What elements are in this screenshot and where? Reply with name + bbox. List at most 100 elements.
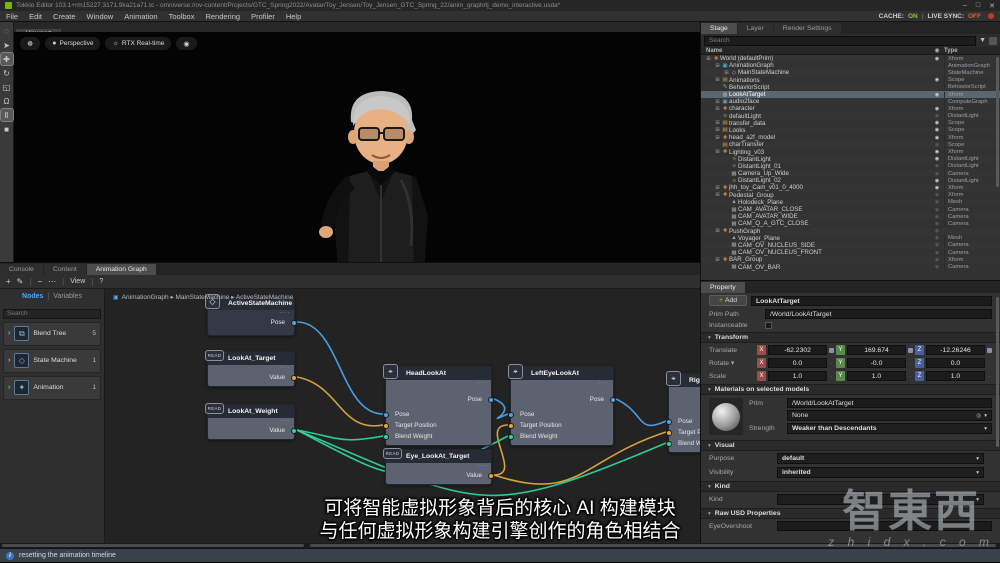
visibility-eye-icon[interactable]: ◉ xyxy=(930,250,944,256)
node-library-item[interactable]: ›◇State Machine1 xyxy=(3,349,101,373)
graph-node-left[interactable]: ⌖LeftEyeLookAt····PosePoseTarget Positio… xyxy=(510,366,614,446)
output-port[interactable] xyxy=(291,320,297,326)
scale-y-field[interactable]: 1.0 xyxy=(847,371,906,381)
visibility-eye-icon[interactable]: ◉ xyxy=(930,264,944,270)
prim-name-field[interactable]: LookAtTarget xyxy=(751,296,992,306)
property-hscrollbar[interactable] xyxy=(310,544,996,547)
tree-row[interactable]: ⊞✚Pedestal_Group◉Xform xyxy=(701,192,1000,199)
filter-icon[interactable]: ▼ xyxy=(979,37,986,44)
tree-row[interactable]: ⊞◇MainStateMachineStateMachine xyxy=(701,69,1000,76)
link-toggle[interactable] xyxy=(829,348,834,353)
tree-row[interactable]: ⊞✚jhh_toy_Cam_v01_0_4000◉Xform xyxy=(701,184,1000,191)
tree-row[interactable]: ▦CAM_AVATAR_WIDE◉Camera xyxy=(701,213,1000,220)
minimize-button[interactable]: – xyxy=(963,2,967,10)
selection-mode-icon[interactable]: ◌ xyxy=(1,25,13,37)
tree-row[interactable]: ⊞✚Lighting_v03◉Xform xyxy=(701,148,1000,155)
visibility-eye-icon[interactable]: ◉ xyxy=(930,257,944,263)
tree-row[interactable]: ⊞✚BAR_Group◉Xform xyxy=(701,256,1000,263)
input-port[interactable] xyxy=(383,434,389,440)
visibility-eye-icon[interactable]: ◉ xyxy=(930,56,944,62)
visibility-eye-icon[interactable]: ◉ xyxy=(930,127,944,133)
graph-node-lat[interactable]: READLookAt_Target····Value xyxy=(207,351,295,387)
material-prim-field[interactable]: /World/LookAtTarget xyxy=(787,398,992,408)
stage-scrollbar[interactable] xyxy=(996,57,999,187)
visibility-eye-icon[interactable]: ◉ xyxy=(930,192,944,198)
scale-tool-icon[interactable]: ◱ xyxy=(1,81,13,93)
visibility-eye-icon[interactable]: ◉ xyxy=(930,120,944,126)
tree-row[interactable]: ☼DistantLight_02◉DistantLight xyxy=(701,177,1000,184)
tree-row[interactable]: ⊞▤Animations◉Scope xyxy=(701,77,1000,84)
rotate-z-field[interactable]: 0.0 xyxy=(926,358,985,368)
menu-toolbox[interactable]: Toolbox xyxy=(169,12,195,21)
tab-console[interactable]: Console xyxy=(0,264,43,275)
visibility-eye-icon[interactable]: ◉ xyxy=(930,221,944,227)
menu-profiler[interactable]: Profiler xyxy=(251,12,275,21)
translate-y-field[interactable]: 169.674 xyxy=(847,345,906,355)
tab-layer[interactable]: Layer xyxy=(738,23,773,34)
camera-selector[interactable]: ●Perspective xyxy=(45,37,100,50)
visibility-eye-icon[interactable]: ◉ xyxy=(930,106,944,112)
menu-help[interactable]: Help xyxy=(286,12,301,21)
section-transform[interactable]: ▾Transform xyxy=(701,332,1000,343)
output-port[interactable] xyxy=(488,397,494,403)
visibility-eye-icon[interactable]: ◉ xyxy=(930,214,944,220)
output-port[interactable] xyxy=(291,428,297,434)
stop-button-icon[interactable]: ■ xyxy=(1,123,13,135)
expand-arrow-icon[interactable]: › xyxy=(8,330,10,337)
stage-options-button[interactable] xyxy=(989,37,997,45)
visibility-eye-icon[interactable]: ◉ xyxy=(930,178,944,184)
node-library-item[interactable]: ›✦Animation1 xyxy=(3,376,101,400)
input-port[interactable] xyxy=(666,419,672,425)
tree-row[interactable]: ⊞▣AnimationGraphAnimationGraph xyxy=(701,62,1000,69)
visibility-eye-icon[interactable]: ◉ xyxy=(930,207,944,213)
rotate-tool-icon[interactable]: ↻ xyxy=(1,67,13,79)
tree-row[interactable]: ⊞✚World (defaultPrim)◉Xform xyxy=(701,55,1000,62)
material-dropdown[interactable]: None◎▾ xyxy=(787,410,992,421)
scale-x-field[interactable]: 1.0 xyxy=(768,371,827,381)
visibility-eye-icon[interactable]: ◉ xyxy=(930,228,944,234)
maximize-button[interactable]: □ xyxy=(976,2,980,10)
tree-row[interactable]: ▦CAM_OV_NUCLEUS_SIDE◉Camera xyxy=(701,242,1000,249)
tree-row[interactable]: ▤charTransfer◉Scope xyxy=(701,141,1000,148)
input-port[interactable] xyxy=(508,423,514,429)
help-button[interactable]: ? xyxy=(99,278,103,285)
visibility-eye-icon[interactable]: ◉ xyxy=(930,92,944,98)
renderer-selector[interactable]: ☼RTX Real-time xyxy=(105,37,171,50)
output-port[interactable] xyxy=(488,473,494,479)
rotate-x-field[interactable]: 0.0 xyxy=(768,358,827,368)
visibility-eye-icon[interactable]: ◉ xyxy=(930,135,944,141)
visibility-eye-icon[interactable]: ◉ xyxy=(930,156,944,162)
tree-row[interactable]: ⊞▤transfer_data◉Scope xyxy=(701,120,1000,127)
tree-row[interactable]: ⊞✚character◉Xform xyxy=(701,105,1000,112)
menu-animation[interactable]: Animation xyxy=(124,12,157,21)
viewport-3d[interactable]: ☸ ●Perspective ☼RTX Real-time ◉ xyxy=(14,32,700,262)
input-port[interactable] xyxy=(383,412,389,418)
more-options-button[interactable]: ⋯ xyxy=(48,277,56,286)
tree-row[interactable]: ☼DistantLight_01◉DistantLight xyxy=(701,163,1000,170)
menu-rendering[interactable]: Rendering xyxy=(205,12,240,21)
output-port[interactable] xyxy=(610,397,616,403)
input-port[interactable] xyxy=(666,430,672,436)
translate-x-field[interactable]: -62.2302 xyxy=(768,345,827,355)
expand-arrow-icon[interactable]: › xyxy=(8,384,10,391)
visibility-menu-button[interactable]: ◉ xyxy=(176,37,196,50)
close-button[interactable]: ✕ xyxy=(989,2,995,10)
prim-path-field[interactable]: /World/LookAtTarget xyxy=(765,309,992,319)
node-search-input[interactable] xyxy=(3,309,101,319)
section-materials[interactable]: ▾Materials on selected models xyxy=(701,384,1000,395)
tree-row[interactable]: ▦CAM_Q_A_GTC_CLOSE◉Camera xyxy=(701,220,1000,227)
visibility-eye-icon[interactable]: ◉ xyxy=(930,142,944,148)
tab-property[interactable]: Property xyxy=(701,282,745,293)
move-tool-icon[interactable]: ✚ xyxy=(1,53,13,65)
tree-row[interactable]: ⊞▤Looks◉Scope xyxy=(701,127,1000,134)
scale-z-field[interactable]: 1.0 xyxy=(926,371,985,381)
section-kind[interactable]: ▾Kind xyxy=(701,481,1000,492)
tab-stage[interactable]: Stage xyxy=(701,23,737,34)
translate-z-field[interactable]: -12.26246 xyxy=(926,345,985,355)
kind-dropdown[interactable]: ▾ xyxy=(777,494,984,505)
tree-row[interactable]: ☼defaultLight◉DistantLight xyxy=(701,113,1000,120)
link-toggle[interactable] xyxy=(987,348,992,353)
remove-node-button[interactable]: − xyxy=(37,277,42,286)
tree-row[interactable]: ▦CAM_OV_NUCLEUS_FRONT◉Camera xyxy=(701,249,1000,256)
menu-edit[interactable]: Edit xyxy=(29,12,42,21)
